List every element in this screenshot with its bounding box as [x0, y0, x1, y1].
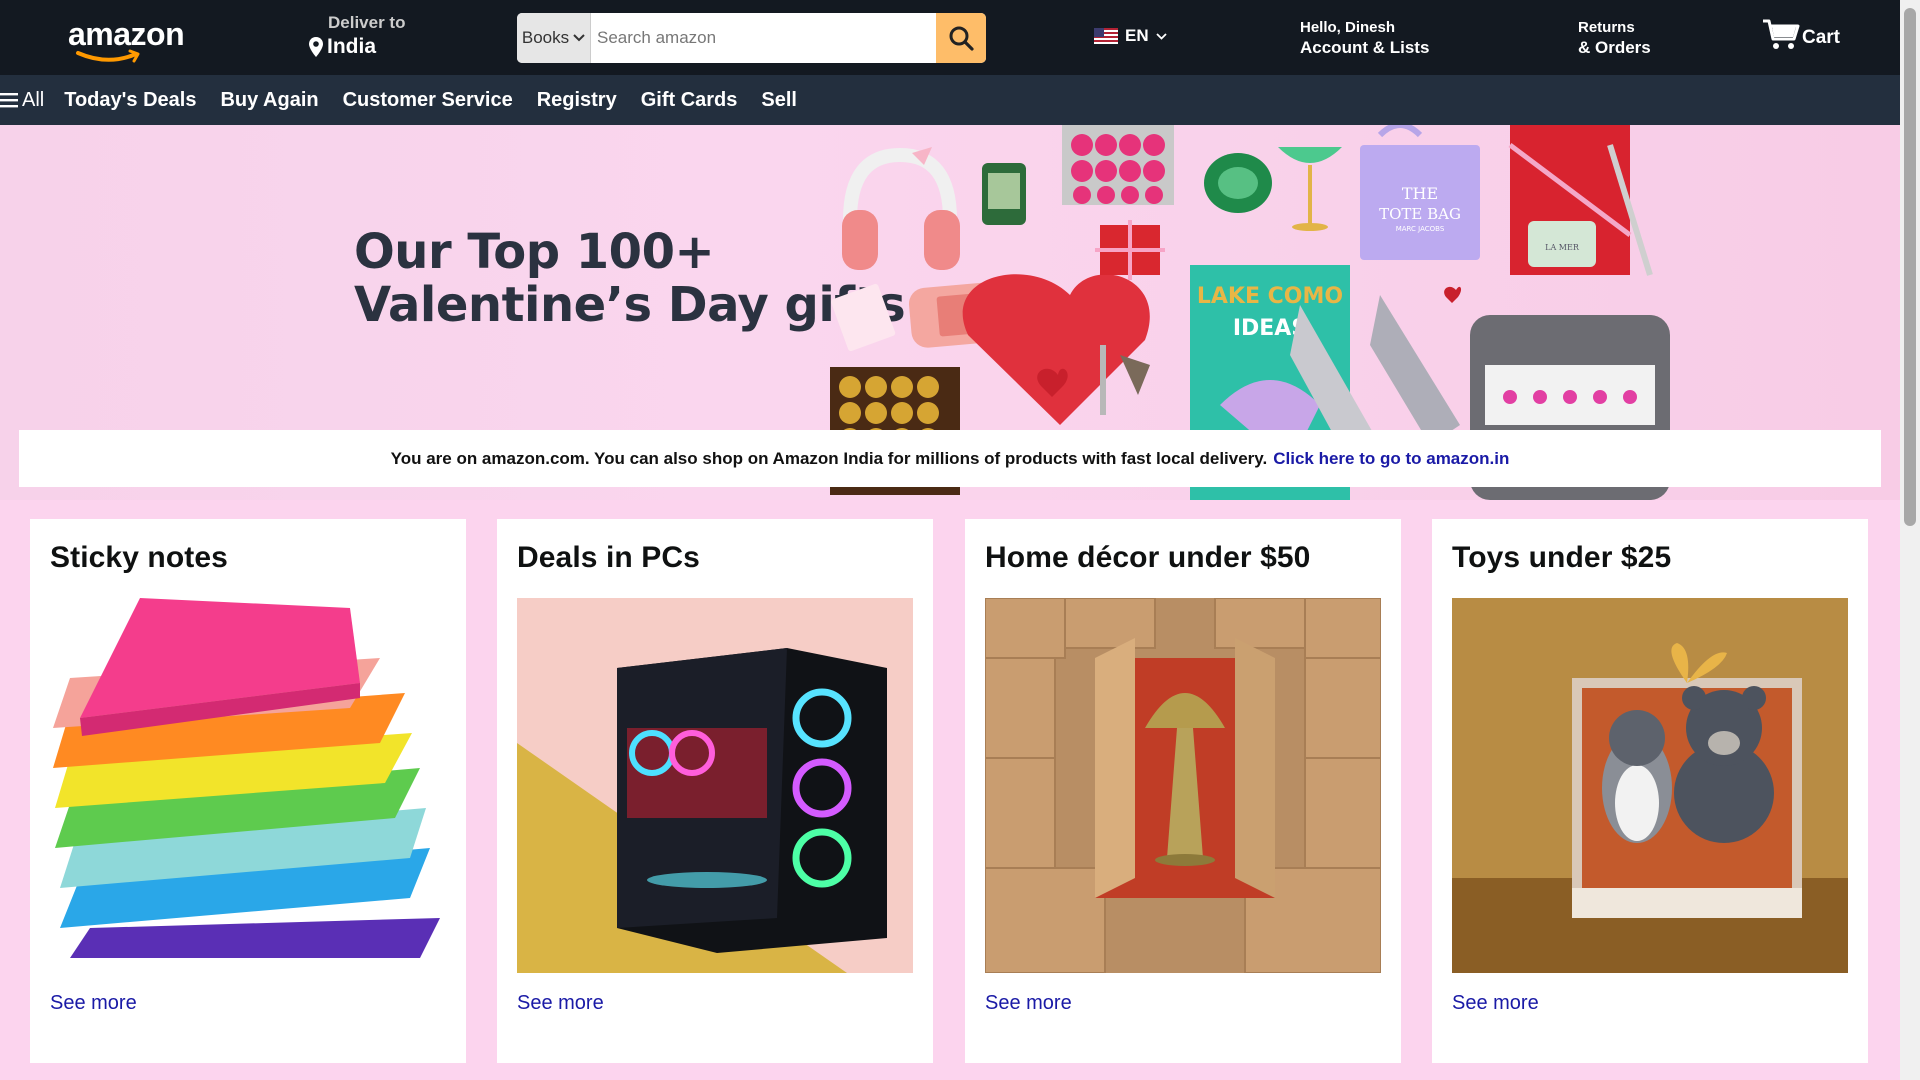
hamburger-menu-icon — [0, 93, 18, 108]
nav-gift-cards[interactable]: Gift Cards — [641, 89, 738, 112]
nav-todays-deals[interactable]: Today's Deals — [64, 89, 196, 112]
shaving-brush-image — [1120, 355, 1150, 395]
returns-and-orders[interactable]: Returns & Orders — [1578, 19, 1651, 58]
logo-smile-icon — [76, 49, 140, 63]
see-more-link[interactable]: See more — [517, 992, 604, 1015]
us-flag-icon — [1094, 28, 1118, 44]
category-card-toys: Toys under $25 See more — [1432, 519, 1868, 1063]
language-label: EN — [1125, 26, 1149, 45]
headphones-image — [842, 147, 960, 270]
plush-toys-image[interactable] — [1452, 598, 1848, 973]
search-bar: Books — [517, 13, 986, 63]
nav-buy-again[interactable]: Buy Again — [220, 89, 318, 112]
orders-label: & Orders — [1578, 38, 1651, 57]
chevron-down-icon — [573, 34, 585, 42]
see-more-link[interactable]: See more — [1452, 992, 1539, 1015]
location-pin-icon — [309, 37, 323, 57]
logo-text: amazon — [68, 16, 185, 52]
nav-registry[interactable]: Registry — [537, 89, 617, 112]
region-notice-banner: You are on amazon.com. You can also shop… — [19, 430, 1881, 487]
search-button[interactable] — [936, 13, 986, 63]
heart-box-image — [962, 274, 1150, 425]
nav-sell[interactable]: Sell — [761, 89, 797, 112]
nav-customer-service[interactable]: Customer Service — [343, 89, 513, 112]
silver-shoe-image — [1370, 295, 1460, 445]
secondary-navigation-bar: All Today's Deals Buy Again Customer Ser… — [0, 75, 1900, 125]
table-lamp-image[interactable] — [985, 598, 1381, 973]
search-category-dropdown[interactable]: Books — [517, 13, 591, 63]
returns-label: Returns — [1578, 19, 1635, 36]
top-navigation-bar: amazon Deliver to India Books Search ama… — [0, 0, 1900, 75]
deliver-location: India — [327, 35, 377, 58]
see-more-link[interactable]: See more — [50, 992, 137, 1015]
card-title: Home décor under $50 — [985, 541, 1311, 574]
all-menu-label: All — [22, 88, 45, 111]
deliver-label: Deliver to — [328, 13, 406, 32]
svg-text:LAKE COMO: LAKE COMO — [1197, 284, 1343, 309]
card-title: Deals in PCs — [517, 541, 700, 574]
razor-image — [1100, 345, 1106, 415]
svg-text:THE: THE — [1402, 184, 1438, 203]
search-icon — [949, 26, 974, 51]
category-card-deals-in-pcs: Deals in PCs See more — [497, 519, 933, 1063]
search-category-label: Books — [521, 28, 570, 47]
svg-text:LA MER: LA MER — [1545, 243, 1580, 252]
scrollbar-thumb[interactable] — [1904, 8, 1916, 526]
all-menu-button[interactable]: All — [0, 89, 44, 112]
language-selector[interactable]: EN — [1094, 26, 1167, 46]
account-and-lists[interactable]: Hello, Dinesh Account & Lists — [1300, 19, 1429, 58]
amazon-logo[interactable]: amazon — [68, 18, 193, 66]
svg-text:MARC JACOBS: MARC JACOBS — [1396, 225, 1445, 233]
account-label: Account & Lists — [1300, 38, 1430, 57]
coupe-glass-image — [1278, 147, 1342, 163]
chevron-down-icon — [1155, 32, 1167, 40]
cart-button[interactable]: Cart — [1762, 17, 1840, 53]
deliver-to-location[interactable]: Deliver to India — [308, 13, 405, 59]
svg-text:TOTE BAG: TOTE BAG — [1379, 205, 1461, 223]
cart-icon — [1763, 19, 1800, 49]
amazon-india-link[interactable]: Click here to go to amazon.in — [1273, 449, 1509, 469]
gaming-pc-image[interactable] — [517, 598, 913, 973]
card-title: Toys under $25 — [1452, 541, 1672, 574]
cart-label: Cart — [1802, 27, 1841, 48]
category-card-sticky-notes: Sticky notes See more — [30, 519, 466, 1063]
search-input[interactable] — [591, 13, 936, 63]
sticky-notes-image[interactable] — [50, 598, 446, 973]
vertical-scrollbar[interactable] — [1900, 0, 1920, 1080]
card-title: Sticky notes — [50, 541, 228, 574]
region-notice-text: You are on amazon.com. You can also shop… — [390, 448, 1268, 468]
see-more-link[interactable]: See more — [985, 992, 1072, 1015]
category-card-home-decor: Home décor under $50 See more — [965, 519, 1401, 1063]
greeting-card-image — [831, 283, 896, 352]
account-greeting: Hello, Dinesh — [1300, 19, 1396, 36]
